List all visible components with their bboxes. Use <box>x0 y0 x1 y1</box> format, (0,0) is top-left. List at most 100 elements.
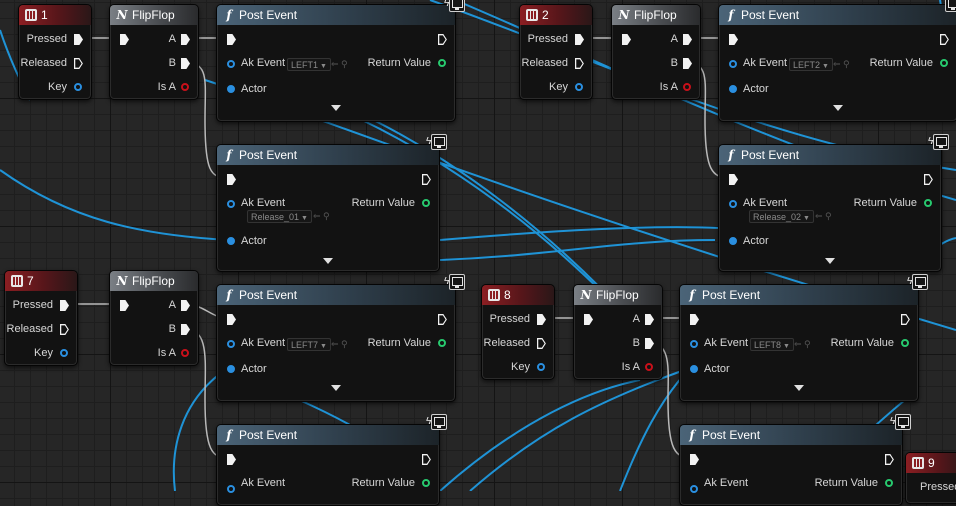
b-exec-pin[interactable] <box>683 58 692 69</box>
exec-input-pin[interactable] <box>690 454 699 465</box>
exec-input-pin[interactable] <box>690 314 699 325</box>
browse-asset-icon[interactable]: ⇐ ⚲ <box>313 211 330 222</box>
ak-event-input-pin[interactable] <box>729 60 737 68</box>
exec-output-pin[interactable] <box>438 314 447 325</box>
is-a-output-pin[interactable] <box>645 363 653 371</box>
ak-event-asset-dropdown[interactable]: Release_01 ▼ <box>247 210 312 223</box>
ak-event-asset-dropdown[interactable]: LEFT7 ▼ <box>287 338 331 351</box>
is-a-output-pin[interactable] <box>683 83 691 91</box>
actor-input-pin[interactable] <box>227 85 235 93</box>
exec-output-pin[interactable] <box>422 174 431 185</box>
browse-asset-icon[interactable]: ⇐ ⚲ <box>833 59 850 70</box>
return-value-pin[interactable] <box>901 339 909 347</box>
b-exec-pin[interactable] <box>645 338 654 349</box>
exec-input-pin[interactable] <box>120 300 129 311</box>
key-event-node[interactable]: 1 Pressed Released Key <box>18 4 92 100</box>
flipflop-node[interactable]: N FlipFlop A B Is A <box>573 284 663 380</box>
exec-output-pin[interactable] <box>924 174 933 185</box>
post-event-node[interactable]: f Post Event Ak Event LEFT7 ▼ ⇐ ⚲ Return … <box>216 284 456 402</box>
ak-event-asset-dropdown[interactable]: LEFT8 ▼ <box>750 338 794 351</box>
key-output-pin[interactable] <box>60 349 68 357</box>
actor-input-pin[interactable] <box>690 365 698 373</box>
exec-input-pin[interactable] <box>622 34 631 45</box>
exec-output-pin[interactable] <box>940 34 949 45</box>
exec-output-pin[interactable] <box>901 314 910 325</box>
exec-output-pin[interactable] <box>422 454 431 465</box>
ak-event-asset-dropdown[interactable]: Release_02 ▼ <box>749 210 814 223</box>
key-output-pin[interactable] <box>537 363 545 371</box>
is-a-output-pin[interactable] <box>181 83 189 91</box>
is-a-output-pin[interactable] <box>181 349 189 357</box>
browse-asset-icon[interactable]: ⇐ ⚲ <box>331 59 348 70</box>
post-event-node[interactable]: f Post Event Ak Event LEFT8 ▼ ⇐ ⚲ Return … <box>679 284 919 402</box>
ak-event-input-pin[interactable] <box>227 340 235 348</box>
collapse-icon[interactable] <box>331 105 341 111</box>
b-exec-pin[interactable] <box>181 58 190 69</box>
released-exec-pin[interactable] <box>60 324 69 335</box>
released-exec-pin[interactable] <box>537 338 546 349</box>
ak-event-input-pin[interactable] <box>690 485 698 493</box>
key-output-pin[interactable] <box>74 83 82 91</box>
a-exec-pin[interactable] <box>645 314 654 325</box>
actor-input-pin[interactable] <box>227 237 235 245</box>
released-exec-pin[interactable] <box>74 58 83 69</box>
exec-input-pin[interactable] <box>729 174 738 185</box>
key-output-pin[interactable] <box>575 83 583 91</box>
actor-input-pin[interactable] <box>729 237 737 245</box>
actor-input-pin[interactable] <box>227 365 235 373</box>
ak-event-input-pin[interactable] <box>227 60 235 68</box>
exec-input-pin[interactable] <box>227 34 236 45</box>
exec-input-pin[interactable] <box>227 314 236 325</box>
a-exec-pin[interactable] <box>181 34 190 45</box>
ak-event-asset-dropdown[interactable]: LEFT1 ▼ <box>287 58 331 71</box>
pressed-exec-pin[interactable] <box>575 34 584 45</box>
exec-input-pin[interactable] <box>729 34 738 45</box>
ak-event-input-pin[interactable] <box>227 485 235 493</box>
key-event-node[interactable]: 2 Pressed Released Key <box>519 4 593 100</box>
return-value-pin[interactable] <box>885 479 893 487</box>
exec-input-pin[interactable] <box>227 454 236 465</box>
return-value-pin[interactable] <box>422 479 430 487</box>
pressed-exec-pin[interactable] <box>537 314 546 325</box>
return-value-pin[interactable] <box>422 199 430 207</box>
collapse-icon[interactable] <box>323 258 333 264</box>
flipflop-node[interactable]: N FlipFlop A B Is A <box>611 4 701 100</box>
collapse-icon[interactable] <box>331 385 341 391</box>
post-event-node[interactable]: f Post Event Ak Event Return Value <box>216 424 440 506</box>
return-value-pin[interactable] <box>924 199 932 207</box>
ak-event-asset-dropdown[interactable]: LEFT2 ▼ <box>789 58 833 71</box>
pressed-exec-pin[interactable] <box>60 300 69 311</box>
browse-asset-icon[interactable]: ⇐ ⚲ <box>331 339 348 350</box>
key-event-node[interactable]: 9 Pressed <box>905 452 956 504</box>
ak-event-input-pin[interactable] <box>729 200 737 208</box>
a-exec-pin[interactable] <box>683 34 692 45</box>
return-value-pin[interactable] <box>438 339 446 347</box>
exec-output-pin[interactable] <box>438 34 447 45</box>
post-event-node[interactable]: f Post Event Ak Event Release_02 ▼ ⇐ ⚲ Re… <box>718 144 942 272</box>
b-exec-pin[interactable] <box>181 324 190 335</box>
collapse-icon[interactable] <box>794 385 804 391</box>
exec-output-pin[interactable] <box>885 454 894 465</box>
a-exec-pin[interactable] <box>181 300 190 311</box>
exec-input-pin[interactable] <box>227 174 236 185</box>
collapse-icon[interactable] <box>833 105 843 111</box>
ak-event-input-pin[interactable] <box>690 340 698 348</box>
flipflop-node[interactable]: N FlipFlop A B Is A <box>109 4 199 100</box>
return-value-pin[interactable] <box>940 59 948 67</box>
post-event-node[interactable]: f Post Event Ak Event Release_01 ▼ ⇐ ⚲ Re… <box>216 144 440 272</box>
post-event-node[interactable]: f Post Event Ak Event Return Value <box>679 424 903 506</box>
post-event-node[interactable]: f Post Event Ak Event LEFT2 ▼ ⇐ ⚲ Return … <box>718 4 956 122</box>
exec-input-pin[interactable] <box>120 34 129 45</box>
released-exec-pin[interactable] <box>575 58 584 69</box>
exec-input-pin[interactable] <box>584 314 593 325</box>
pressed-exec-pin[interactable] <box>74 34 83 45</box>
return-value-pin[interactable] <box>438 59 446 67</box>
browse-asset-icon[interactable]: ⇐ ⚲ <box>815 211 832 222</box>
collapse-icon[interactable] <box>825 258 835 264</box>
ak-event-input-pin[interactable] <box>227 200 235 208</box>
post-event-node[interactable]: f Post Event Ak Event LEFT1 ▼ ⇐ ⚲ Return … <box>216 4 456 122</box>
key-event-node[interactable]: 7 Pressed Released Key <box>4 270 78 366</box>
browse-asset-icon[interactable]: ⇐ ⚲ <box>794 339 811 350</box>
actor-input-pin[interactable] <box>729 85 737 93</box>
key-event-node[interactable]: 8 Pressed Released Key <box>481 284 555 380</box>
